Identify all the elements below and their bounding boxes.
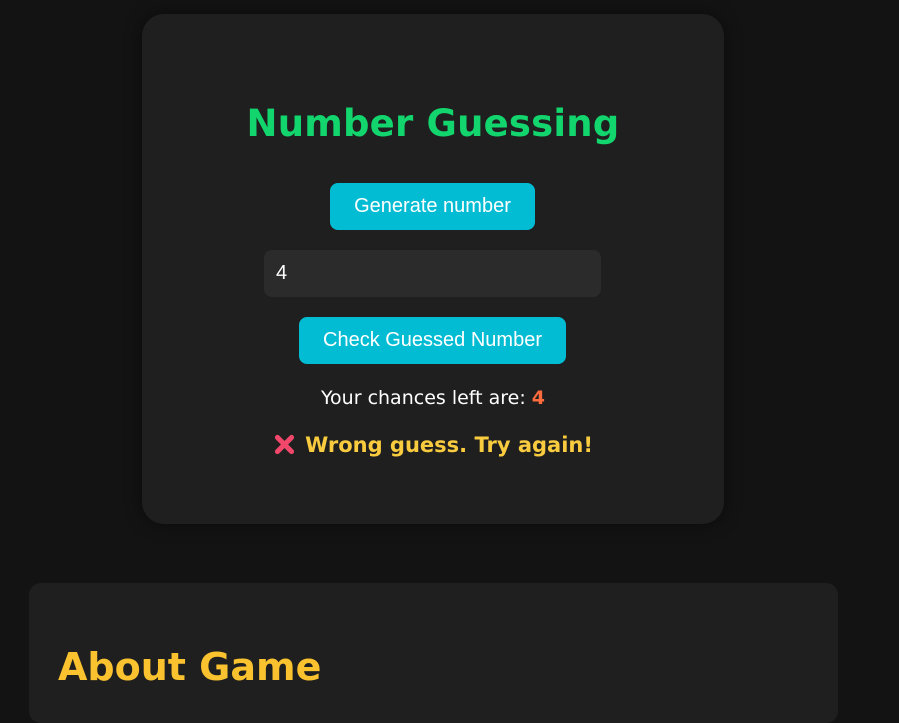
result-message: Wrong guess. Try again! [142,433,724,457]
generate-number-button[interactable]: Generate number [330,183,535,230]
chances-count: 4 [531,387,546,409]
result-message-text: Wrong guess. Try again! [305,433,593,457]
game-title: Number Guessing [246,102,620,145]
chances-left-text: Your chances left are: 4 [142,387,724,409]
about-section: About Game [29,583,838,723]
check-guess-button[interactable]: Check Guessed Number [299,317,566,364]
cross-mark-icon [273,433,295,455]
about-heading: About Game [58,645,322,689]
guess-input[interactable] [264,250,601,297]
game-card: Number Guessing Generate number Check Gu… [142,14,724,524]
chances-label: Your chances left are: [320,387,532,409]
